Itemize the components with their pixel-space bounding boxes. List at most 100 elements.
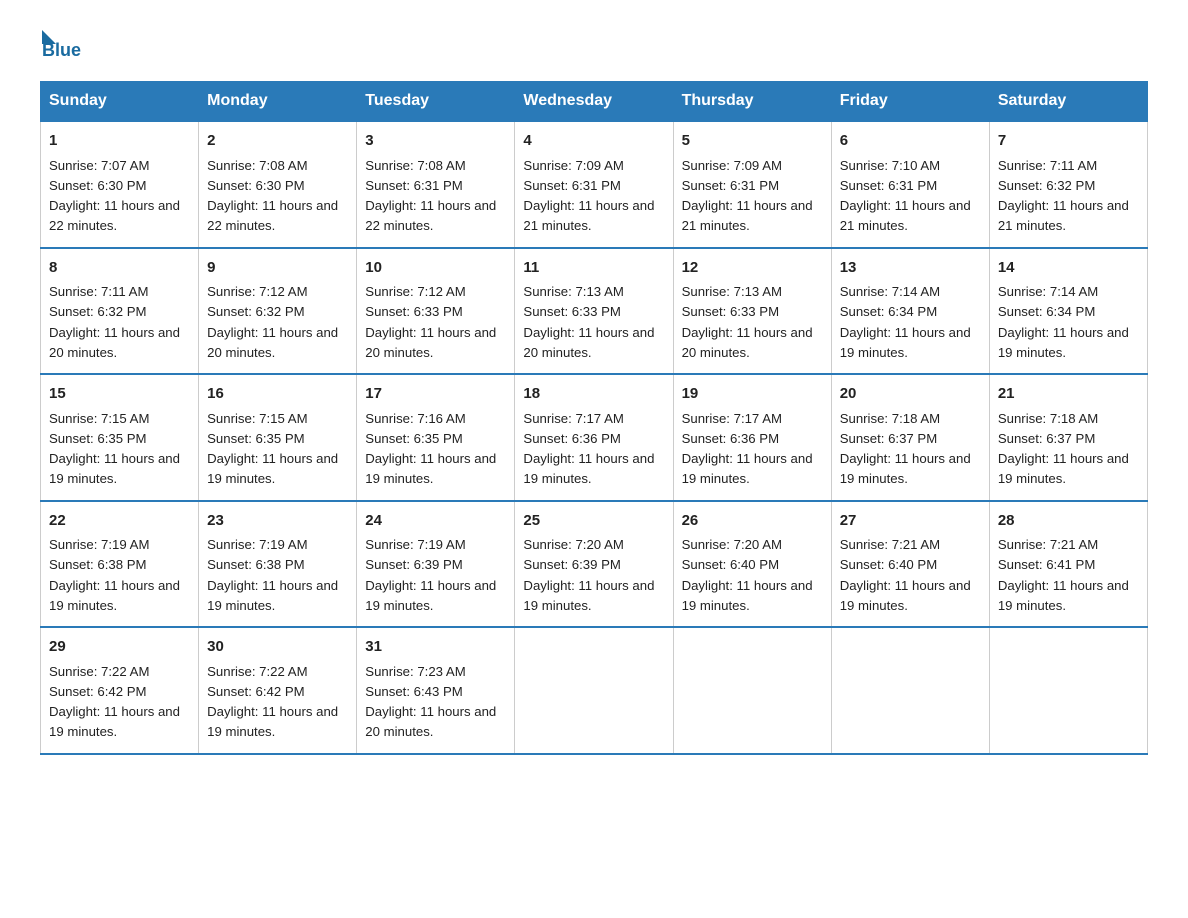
day-number: 24 bbox=[365, 510, 506, 533]
weekday-header-thursday: Thursday bbox=[673, 82, 831, 122]
weekday-header-wednesday: Wednesday bbox=[515, 82, 673, 122]
calendar-cell: 5 Sunrise: 7:09 AMSunset: 6:31 PMDaylight… bbox=[673, 121, 831, 248]
day-number: 18 bbox=[523, 383, 664, 406]
day-info: Sunrise: 7:13 AMSunset: 6:33 PMDaylight:… bbox=[523, 284, 654, 360]
day-info: Sunrise: 7:18 AMSunset: 6:37 PMDaylight:… bbox=[998, 411, 1129, 487]
calendar-cell: 8 Sunrise: 7:11 AMSunset: 6:32 PMDaylight… bbox=[41, 248, 199, 375]
day-info: Sunrise: 7:23 AMSunset: 6:43 PMDaylight:… bbox=[365, 664, 496, 740]
day-info: Sunrise: 7:18 AMSunset: 6:37 PMDaylight:… bbox=[840, 411, 971, 487]
day-number: 13 bbox=[840, 257, 981, 280]
weekday-header-sunday: Sunday bbox=[41, 82, 199, 122]
day-info: Sunrise: 7:14 AMSunset: 6:34 PMDaylight:… bbox=[998, 284, 1129, 360]
day-number: 27 bbox=[840, 510, 981, 533]
calendar-cell: 18 Sunrise: 7:17 AMSunset: 6:36 PMDayligh… bbox=[515, 374, 673, 501]
day-info: Sunrise: 7:08 AMSunset: 6:30 PMDaylight:… bbox=[207, 158, 338, 234]
day-number: 1 bbox=[49, 130, 190, 153]
day-info: Sunrise: 7:15 AMSunset: 6:35 PMDaylight:… bbox=[49, 411, 180, 487]
day-number: 20 bbox=[840, 383, 981, 406]
calendar-cell: 9 Sunrise: 7:12 AMSunset: 6:32 PMDaylight… bbox=[199, 248, 357, 375]
day-number: 8 bbox=[49, 257, 190, 280]
day-number: 5 bbox=[682, 130, 823, 153]
day-number: 12 bbox=[682, 257, 823, 280]
day-info: Sunrise: 7:14 AMSunset: 6:34 PMDaylight:… bbox=[840, 284, 971, 360]
calendar-week-row: 1 Sunrise: 7:07 AMSunset: 6:30 PMDaylight… bbox=[41, 121, 1148, 248]
day-info: Sunrise: 7:21 AMSunset: 6:41 PMDaylight:… bbox=[998, 537, 1129, 613]
day-info: Sunrise: 7:19 AMSunset: 6:38 PMDaylight:… bbox=[207, 537, 338, 613]
day-info: Sunrise: 7:11 AMSunset: 6:32 PMDaylight:… bbox=[998, 158, 1129, 234]
calendar-cell bbox=[673, 627, 831, 754]
calendar-cell bbox=[989, 627, 1147, 754]
day-number: 19 bbox=[682, 383, 823, 406]
day-number: 22 bbox=[49, 510, 190, 533]
calendar-cell: 19 Sunrise: 7:17 AMSunset: 6:36 PMDayligh… bbox=[673, 374, 831, 501]
calendar-cell: 23Sunrise: 7:19 AMSunset: 6:38 PMDayligh… bbox=[199, 501, 357, 628]
logo-subtitle: Blue bbox=[42, 40, 81, 61]
weekday-header-tuesday: Tuesday bbox=[357, 82, 515, 122]
calendar-cell: 2 Sunrise: 7:08 AMSunset: 6:30 PMDaylight… bbox=[199, 121, 357, 248]
day-info: Sunrise: 7:21 AMSunset: 6:40 PMDaylight:… bbox=[840, 537, 971, 613]
day-number: 25 bbox=[523, 510, 664, 533]
calendar-week-row: 8 Sunrise: 7:11 AMSunset: 6:32 PMDaylight… bbox=[41, 248, 1148, 375]
weekday-header-saturday: Saturday bbox=[989, 82, 1147, 122]
day-info: Sunrise: 7:17 AMSunset: 6:36 PMDaylight:… bbox=[523, 411, 654, 487]
calendar-cell: 7 Sunrise: 7:11 AMSunset: 6:32 PMDaylight… bbox=[989, 121, 1147, 248]
calendar-cell: 17Sunrise: 7:16 AMSunset: 6:35 PMDayligh… bbox=[357, 374, 515, 501]
day-number: 31 bbox=[365, 636, 506, 659]
day-info: Sunrise: 7:09 AMSunset: 6:31 PMDaylight:… bbox=[523, 158, 654, 234]
day-info: Sunrise: 7:16 AMSunset: 6:35 PMDaylight:… bbox=[365, 411, 496, 487]
calendar-week-row: 29Sunrise: 7:22 AMSunset: 6:42 PMDayligh… bbox=[41, 627, 1148, 754]
calendar-cell: 6Sunrise: 7:10 AMSunset: 6:31 PMDaylight… bbox=[831, 121, 989, 248]
page-header: Blue bbox=[40, 30, 1148, 61]
day-info: Sunrise: 7:20 AMSunset: 6:40 PMDaylight:… bbox=[682, 537, 813, 613]
day-number: 11 bbox=[523, 257, 664, 280]
calendar-cell: 14 Sunrise: 7:14 AMSunset: 6:34 PMDayligh… bbox=[989, 248, 1147, 375]
day-info: Sunrise: 7:07 AMSunset: 6:30 PMDaylight:… bbox=[49, 158, 180, 234]
calendar-cell: 25 Sunrise: 7:20 AMSunset: 6:39 PMDayligh… bbox=[515, 501, 673, 628]
day-info: Sunrise: 7:22 AMSunset: 6:42 PMDaylight:… bbox=[49, 664, 180, 740]
day-info: Sunrise: 7:22 AMSunset: 6:42 PMDaylight:… bbox=[207, 664, 338, 740]
calendar-cell: 22 Sunrise: 7:19 AMSunset: 6:38 PMDayligh… bbox=[41, 501, 199, 628]
calendar-cell: 10 Sunrise: 7:12 AMSunset: 6:33 PMDayligh… bbox=[357, 248, 515, 375]
day-number: 7 bbox=[998, 130, 1139, 153]
calendar-cell bbox=[831, 627, 989, 754]
calendar-cell: 15 Sunrise: 7:15 AMSunset: 6:35 PMDayligh… bbox=[41, 374, 199, 501]
day-info: Sunrise: 7:11 AMSunset: 6:32 PMDaylight:… bbox=[49, 284, 180, 360]
calendar-cell: 3 Sunrise: 7:08 AMSunset: 6:31 PMDaylight… bbox=[357, 121, 515, 248]
calendar-cell: 28Sunrise: 7:21 AMSunset: 6:41 PMDayligh… bbox=[989, 501, 1147, 628]
calendar-cell: 20 Sunrise: 7:18 AMSunset: 6:37 PMDayligh… bbox=[831, 374, 989, 501]
day-number: 10 bbox=[365, 257, 506, 280]
calendar-cell: 13 Sunrise: 7:14 AMSunset: 6:34 PMDayligh… bbox=[831, 248, 989, 375]
weekday-header-monday: Monday bbox=[199, 82, 357, 122]
day-info: Sunrise: 7:08 AMSunset: 6:31 PMDaylight:… bbox=[365, 158, 496, 234]
calendar-cell: 31 Sunrise: 7:23 AMSunset: 6:43 PMDayligh… bbox=[357, 627, 515, 754]
day-number: 14 bbox=[998, 257, 1139, 280]
day-info: Sunrise: 7:19 AMSunset: 6:38 PMDaylight:… bbox=[49, 537, 180, 613]
calendar-cell: 4 Sunrise: 7:09 AMSunset: 6:31 PMDaylight… bbox=[515, 121, 673, 248]
logo: Blue bbox=[40, 30, 81, 61]
day-number: 2 bbox=[207, 130, 348, 153]
day-info: Sunrise: 7:09 AMSunset: 6:31 PMDaylight:… bbox=[682, 158, 813, 234]
day-number: 26 bbox=[682, 510, 823, 533]
day-info: Sunrise: 7:19 AMSunset: 6:39 PMDaylight:… bbox=[365, 537, 496, 613]
calendar-cell: 30 Sunrise: 7:22 AMSunset: 6:42 PMDayligh… bbox=[199, 627, 357, 754]
day-info: Sunrise: 7:17 AMSunset: 6:36 PMDaylight:… bbox=[682, 411, 813, 487]
day-info: Sunrise: 7:10 AMSunset: 6:31 PMDaylight:… bbox=[840, 158, 971, 234]
day-number: 16 bbox=[207, 383, 348, 406]
day-number: 30 bbox=[207, 636, 348, 659]
calendar-cell: 27 Sunrise: 7:21 AMSunset: 6:40 PMDayligh… bbox=[831, 501, 989, 628]
day-info: Sunrise: 7:13 AMSunset: 6:33 PMDaylight:… bbox=[682, 284, 813, 360]
day-info: Sunrise: 7:12 AMSunset: 6:32 PMDaylight:… bbox=[207, 284, 338, 360]
day-info: Sunrise: 7:20 AMSunset: 6:39 PMDaylight:… bbox=[523, 537, 654, 613]
day-number: 3 bbox=[365, 130, 506, 153]
day-number: 4 bbox=[523, 130, 664, 153]
calendar-cell bbox=[515, 627, 673, 754]
calendar-cell: 21 Sunrise: 7:18 AMSunset: 6:37 PMDayligh… bbox=[989, 374, 1147, 501]
day-number: 21 bbox=[998, 383, 1139, 406]
day-number: 9 bbox=[207, 257, 348, 280]
day-info: Sunrise: 7:12 AMSunset: 6:33 PMDaylight:… bbox=[365, 284, 496, 360]
calendar-cell: 26 Sunrise: 7:20 AMSunset: 6:40 PMDayligh… bbox=[673, 501, 831, 628]
calendar-week-row: 22 Sunrise: 7:19 AMSunset: 6:38 PMDayligh… bbox=[41, 501, 1148, 628]
day-number: 15 bbox=[49, 383, 190, 406]
day-info: Sunrise: 7:15 AMSunset: 6:35 PMDaylight:… bbox=[207, 411, 338, 487]
weekday-header-row: SundayMondayTuesdayWednesdayThursdayFrid… bbox=[41, 82, 1148, 122]
